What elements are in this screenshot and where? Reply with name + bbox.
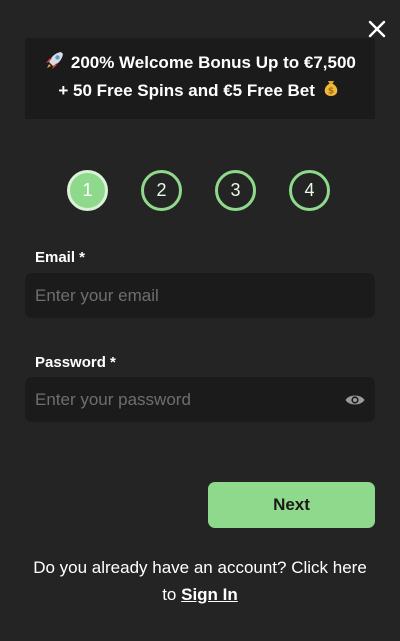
next-button[interactable]: Next xyxy=(208,482,375,528)
welcome-bonus-banner: 200% Welcome Bonus Up to €7,500 + 50 Fre… xyxy=(25,38,375,119)
step-1-label: 1 xyxy=(82,180,93,200)
promo-text-line-2: + 50 Free Spins and €5 Free Bet xyxy=(58,81,315,100)
step-2: 2 xyxy=(141,170,182,211)
svg-text:$: $ xyxy=(327,87,333,97)
step-1: 1 xyxy=(67,170,108,211)
promo-line-2: + 50 Free Spins and €5 Free Bet $ xyxy=(31,77,369,105)
eye-icon[interactable] xyxy=(344,389,366,411)
step-2-label: 2 xyxy=(156,180,167,200)
email-label: Email * xyxy=(35,249,86,266)
close-button[interactable] xyxy=(366,18,388,40)
promo-text-line-1: 200% Welcome Bonus Up to €7,500 xyxy=(70,53,356,72)
signup-modal: 200% Welcome Bonus Up to €7,500 + 50 Fre… xyxy=(0,0,400,641)
step-3: 3 xyxy=(215,170,256,211)
email-field[interactable] xyxy=(25,273,375,318)
close-icon xyxy=(368,20,386,38)
promo-line-1: 200% Welcome Bonus Up to €7,500 xyxy=(31,49,369,77)
sign-in-link[interactable]: Sign In xyxy=(181,585,238,604)
password-label: Password * xyxy=(35,354,116,371)
password-field-container xyxy=(25,377,375,422)
step-indicator: 1 2 3 4 xyxy=(0,170,400,218)
signin-prompt: Do you already have an account? Click he… xyxy=(30,554,370,608)
step-4-label: 4 xyxy=(304,180,315,200)
email-field-container xyxy=(25,273,375,318)
password-field[interactable] xyxy=(25,377,375,422)
step-4: 4 xyxy=(289,170,330,211)
money-bag-icon: $ xyxy=(324,81,337,97)
step-3-label: 3 xyxy=(230,180,241,200)
rocket-icon xyxy=(46,52,64,69)
